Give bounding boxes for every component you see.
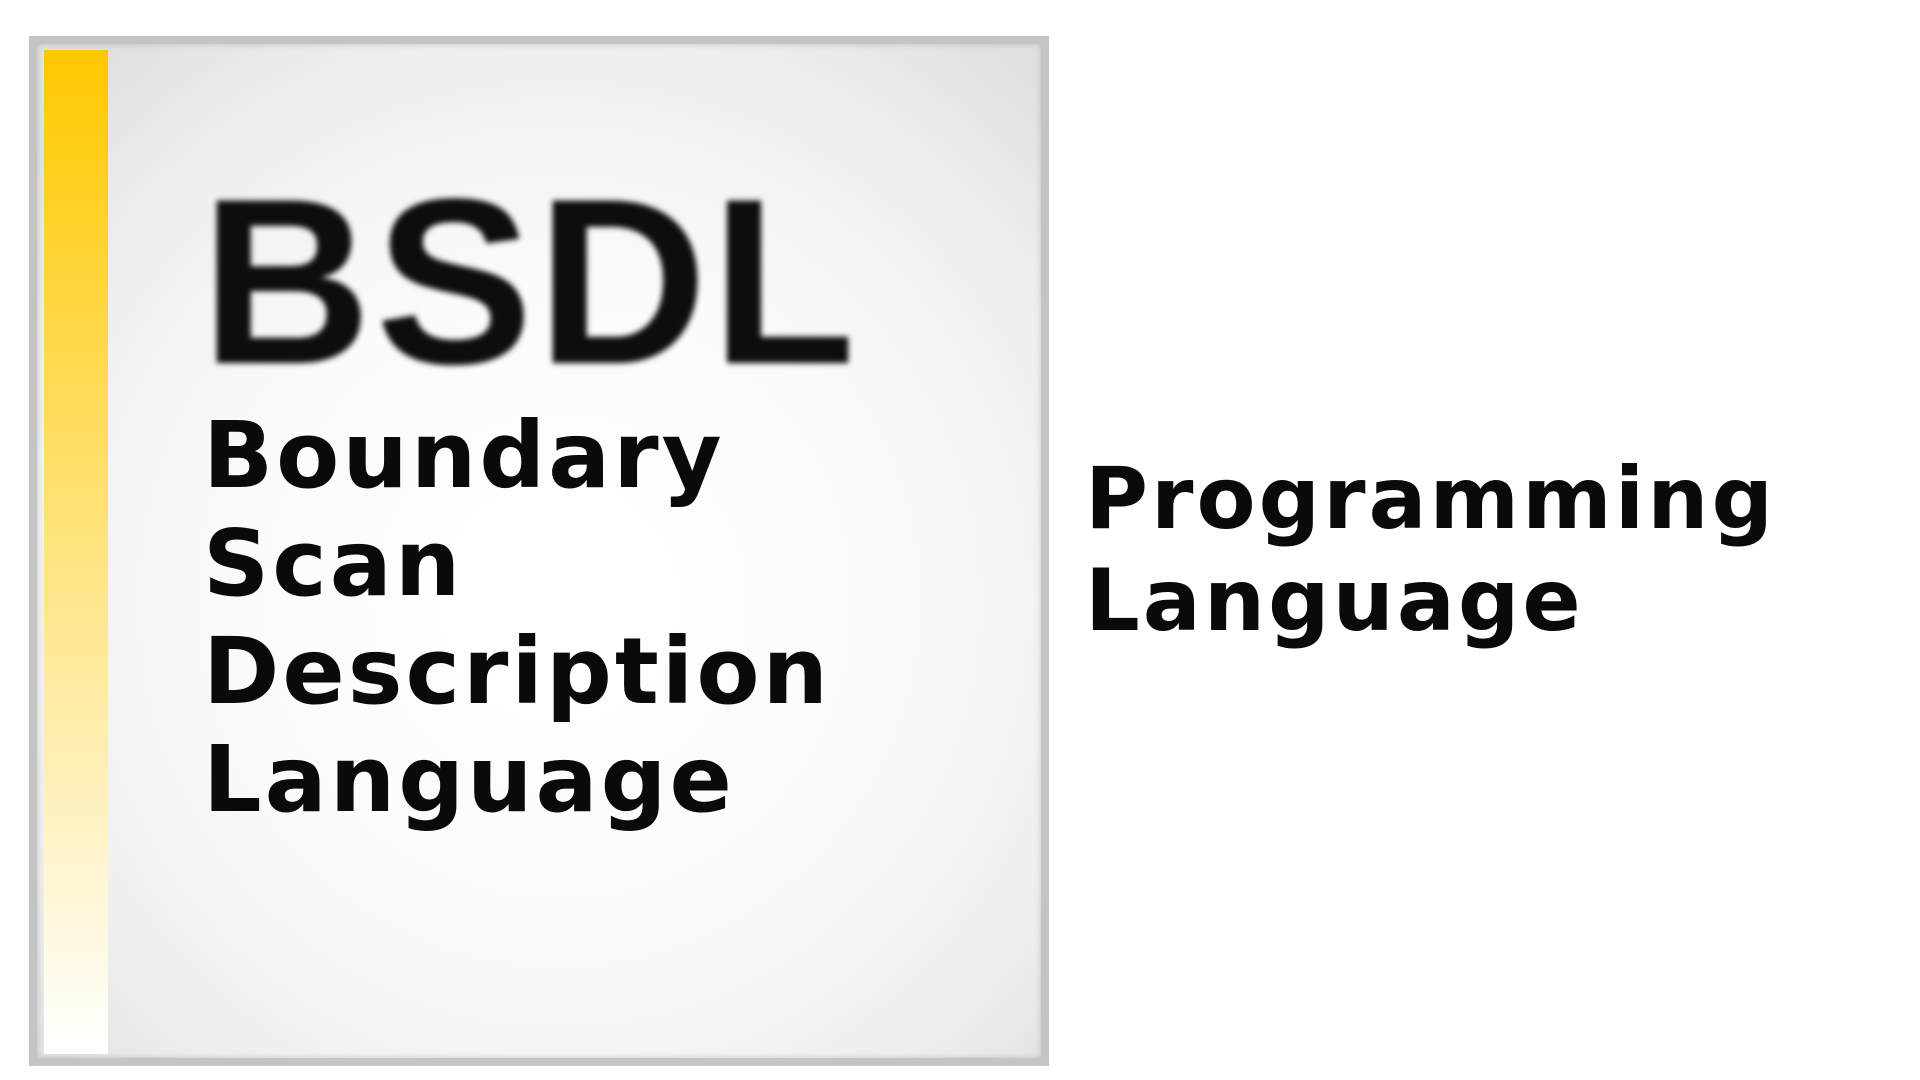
category-line: Language [1085, 551, 1584, 651]
logo-word: Scan [203, 510, 464, 617]
logo-word: Boundary [203, 402, 725, 509]
logo-abbreviation: BSDL [201, 150, 860, 414]
accent-bar [44, 50, 108, 1054]
bsdl-logo: BSDL Boundary Scan Description Language [29, 36, 1049, 1066]
logo-word: Language [203, 726, 735, 833]
logo-full-name: Boundary Scan Description Language [203, 402, 831, 834]
category-label: Programming Language [1085, 448, 1776, 652]
logo-word: Description [203, 618, 832, 725]
category-line: Programming [1085, 449, 1777, 549]
